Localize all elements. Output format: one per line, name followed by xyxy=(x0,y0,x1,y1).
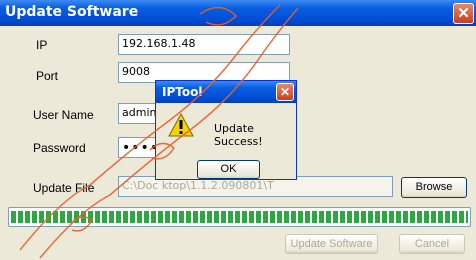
password-field[interactable]: ••••• xyxy=(118,137,158,158)
ok-button[interactable]: OK xyxy=(197,160,260,179)
dialog-titlebar[interactable]: IPTool ✕ xyxy=(156,81,296,103)
progress-bar-fill xyxy=(11,211,468,223)
window-titlebar[interactable]: Update Software ✕ xyxy=(0,0,476,26)
password-label: Password xyxy=(33,141,86,155)
ip-field[interactable]: 192.168.1.48 xyxy=(118,34,290,55)
warning-icon xyxy=(168,113,194,137)
username-label: User Name xyxy=(33,108,94,122)
dialog-title: IPTool xyxy=(162,85,203,99)
browse-button[interactable]: Browse xyxy=(401,177,467,198)
progress-bar xyxy=(8,207,471,227)
dialog-message: Update Success! xyxy=(214,122,263,148)
window-title: Update Software xyxy=(5,4,139,20)
cancel-button[interactable]: Cancel xyxy=(399,234,465,254)
window-close-button[interactable]: ✕ xyxy=(453,3,474,24)
dialog-close-button[interactable]: ✕ xyxy=(276,83,294,101)
ip-label: IP xyxy=(36,38,48,52)
update-file-label: Update File xyxy=(33,181,95,195)
update-software-window: Update Software ✕ IP 192.168.1.48 Port 9… xyxy=(0,0,476,260)
port-label: Port xyxy=(36,69,59,83)
update-software-button[interactable]: Update Software xyxy=(285,234,378,254)
username-field[interactable]: admin xyxy=(118,103,158,124)
iptool-dialog: IPTool ✕ Update Success! OK xyxy=(155,80,297,180)
